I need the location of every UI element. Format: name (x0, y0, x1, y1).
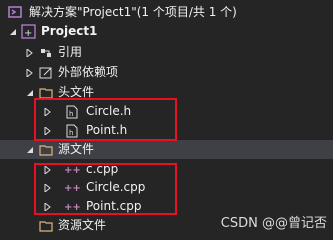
solution-label: 解决方案"Project1"(1 个项目/共 1 个) (29, 5, 237, 19)
project-node[interactable]: + Project1 (0, 22, 333, 41)
svg-text:+: + (24, 28, 32, 39)
folder-open-icon (38, 142, 54, 158)
sources-folder-label: 源文件 (58, 142, 95, 156)
solution-icon (7, 4, 23, 20)
references-node[interactable]: 引用 (0, 43, 333, 62)
collapsed-arrow-icon[interactable] (25, 68, 35, 78)
expanded-arrow-icon[interactable] (25, 145, 35, 155)
references-label: 引用 (58, 45, 83, 59)
external-deps-node[interactable]: 外部依赖项 (0, 63, 333, 82)
expanded-arrow-icon[interactable] (8, 27, 18, 37)
external-deps-label: 外部依赖项 (58, 65, 119, 79)
collapsed-arrow-icon[interactable] (25, 48, 35, 58)
expanded-arrow-icon[interactable] (25, 88, 35, 98)
highlight-box-headers (34, 98, 177, 141)
resources-folder-label: 资源文件 (58, 218, 107, 232)
folder-icon (38, 218, 54, 234)
solution-node[interactable]: 解决方案"Project1"(1 个项目/共 1 个) (0, 3, 333, 22)
project-label: Project1 (41, 24, 98, 38)
watermark: CSDN @@曾记否 (220, 216, 327, 231)
highlight-box-sources (34, 163, 177, 215)
external-deps-icon (38, 65, 54, 81)
references-icon (38, 45, 54, 61)
sources-folder[interactable]: 源文件 (0, 140, 333, 159)
project-icon: + (20, 23, 36, 39)
